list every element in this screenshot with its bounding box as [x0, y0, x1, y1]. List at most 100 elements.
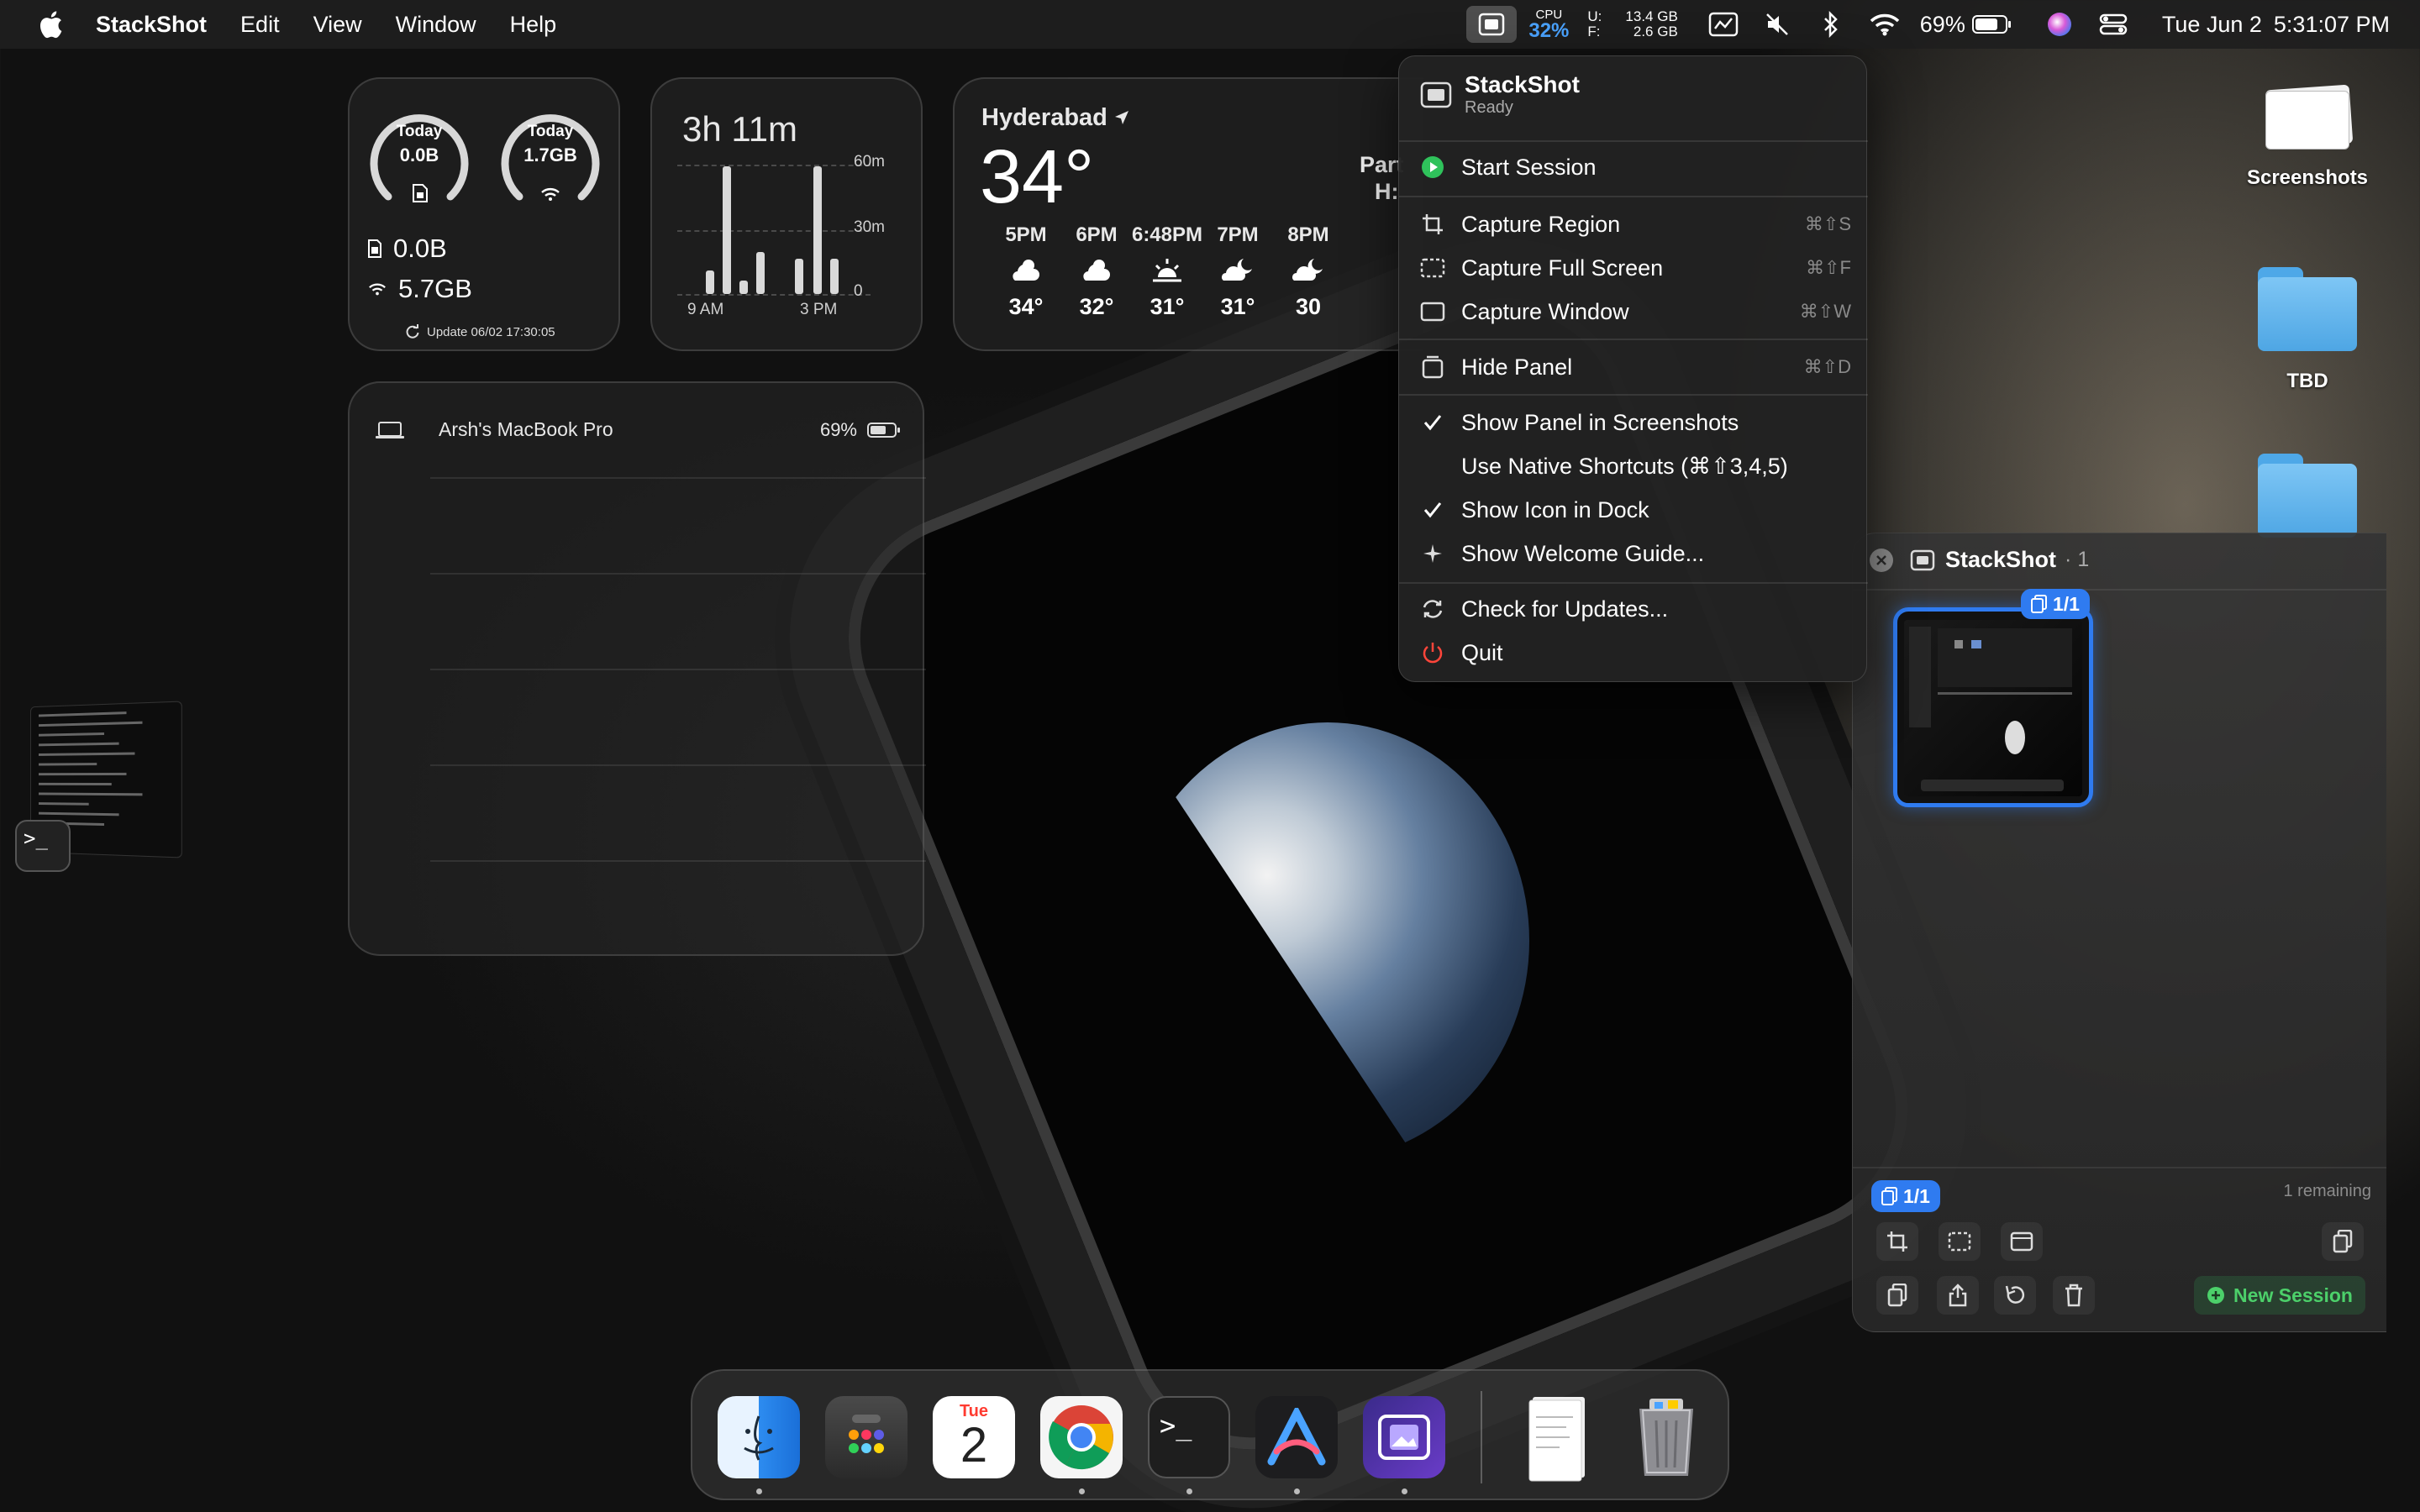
bluetooth-icon[interactable]: [1804, 0, 1858, 49]
trash-full-icon[interactable]: [1625, 1396, 1707, 1478]
menu-item-label: Start Session: [1461, 154, 1597, 180]
battery-device-percent: 69%: [819, 418, 857, 440]
capture-window-button[interactable]: [2001, 1222, 2043, 1261]
stackshot-menu[interactable]: StackShot Ready Start Session Capture Re…: [1398, 55, 1868, 682]
document-stack-icon[interactable]: [1518, 1396, 1600, 1482]
menu-show-welcome-guide[interactable]: Show Welcome Guide...: [1399, 533, 1868, 574]
weather-widget[interactable]: Hyderabad 34° Part H: 5PM 34° 6PM 32° 6:…: [953, 77, 1423, 351]
wifi-usage-row: 5.7GB: [368, 274, 472, 304]
capture-full-screen-button[interactable]: [1939, 1222, 1981, 1261]
terminal-app-icon[interactable]: >_: [15, 820, 71, 872]
forecast-time: 6:48PM: [1131, 223, 1203, 246]
launchpad-icon[interactable]: [825, 1396, 908, 1478]
menu-item-shortcut: ⌘⇧W: [1799, 301, 1851, 322]
menu-edit[interactable]: Edit: [240, 12, 280, 38]
cpu-value: 32%: [1528, 18, 1570, 42]
capture-region-button[interactable]: [1876, 1222, 1918, 1261]
stackshot-dock-icon[interactable]: [1363, 1396, 1445, 1478]
control-center-icon[interactable]: [2086, 0, 2140, 49]
wifi-ring-text: Today 1.7GB: [494, 104, 607, 166]
calendar-icon[interactable]: Tue 2: [933, 1396, 1015, 1478]
stackshot-menubar-icon[interactable]: [1466, 6, 1518, 43]
menu-item-label: Show Welcome Guide...: [1461, 540, 1705, 566]
close-icon[interactable]: [1870, 548, 1893, 572]
menu-help[interactable]: Help: [510, 12, 557, 38]
desktop-item-folder[interactable]: [2240, 454, 2375, 538]
terminal-dock-icon[interactable]: >_: [1148, 1396, 1230, 1478]
menu-hide-panel[interactable]: Hide Panel ⌘⇧D: [1399, 347, 1868, 387]
panel-divider: [1853, 1167, 2386, 1168]
stack-count-badge[interactable]: 1/1: [1871, 1180, 1940, 1212]
menu-use-native-shortcuts[interactable]: Use Native Shortcuts (⌘⇧3,4,5): [1399, 446, 1868, 486]
menu-view[interactable]: View: [313, 12, 362, 38]
menu-bar: StackShot Edit View Window Help CPU 32% …: [0, 0, 2420, 49]
wifi-icon[interactable]: [1858, 0, 1912, 49]
checkmark-icon: [1416, 501, 1449, 518]
menubar-clock[interactable]: 5:31:07 PM: [2274, 12, 2390, 38]
menu-capture-window[interactable]: Capture Window ⌘⇧W: [1399, 291, 1868, 332]
share-button[interactable]: [1937, 1276, 1979, 1315]
update-time-text: Update 06/02 17:30:05: [427, 324, 555, 339]
mem-used-label: U:: [1587, 8, 1602, 25]
menu-check-for-updates[interactable]: Check for Updates...: [1399, 589, 1868, 629]
calendar-date: 2: [960, 1417, 988, 1473]
menubar-date[interactable]: Tue Jun 2: [2162, 12, 2262, 38]
new-session-button[interactable]: New Session: [2194, 1276, 2365, 1315]
copy-all-button[interactable]: [2322, 1222, 2364, 1261]
forecast-hour: 8PM 30: [1264, 223, 1353, 320]
battery-percent[interactable]: 69%: [1920, 12, 1965, 38]
forecast-time: 5PM: [1005, 223, 1047, 246]
weather-condition: Part H:: [1360, 151, 1404, 206]
desktop-item-label: TBD: [2286, 370, 2328, 392]
weather-city: Hyderabad: [981, 104, 1129, 132]
cloud-moon-icon: [1218, 247, 1257, 294]
menu-item-label: Hide Panel: [1461, 354, 1573, 380]
menu-capture-full-screen[interactable]: Capture Full Screen ⌘⇧F: [1399, 248, 1868, 288]
screen-time-widget[interactable]: 3h 11m 60m 30m 0 9 AM 3 PM: [650, 77, 923, 351]
stack-icon: [1881, 1187, 1897, 1205]
trash-icon: [2065, 1284, 2082, 1307]
desktop-item-screenshots[interactable]: Screenshots: [2240, 81, 2375, 190]
laptop-icon: [376, 421, 404, 438]
arc-browser-icon[interactable]: [1255, 1396, 1338, 1478]
app-menu-stackshot[interactable]: StackShot: [96, 12, 207, 38]
stackshot-panel[interactable]: StackShot · 1 1/1 1/1 1 remaining New Se…: [1852, 533, 2386, 1332]
finder-icon[interactable]: [718, 1396, 800, 1478]
apple-menu-icon[interactable]: [32, 0, 69, 49]
usage-bar: [723, 166, 731, 294]
x-label-9am: 9 AM: [687, 301, 724, 318]
memory-monitor[interactable]: U: F: 13.4 GB 2.6 GB: [1587, 9, 1677, 39]
battery-widget[interactable]: Arsh's MacBook Pro 69%: [348, 381, 926, 956]
cellular-ring-value: 0.0B: [399, 144, 439, 165]
menu-window[interactable]: Window: [396, 12, 476, 38]
forecast-time: 8PM: [1287, 223, 1329, 246]
undo-button[interactable]: [1994, 1276, 2036, 1315]
sim-card-icon: [413, 184, 428, 202]
sparkle-icon: [1416, 543, 1449, 564]
y-label-30m: 30m: [854, 218, 885, 236]
menu-show-icon-in-dock[interactable]: Show Icon in Dock: [1399, 490, 1868, 530]
menu-header: StackShot Ready: [1419, 71, 1580, 118]
screen-mirror-icon[interactable]: [1697, 0, 1750, 49]
forecast-time: 7PM: [1217, 223, 1259, 246]
menu-show-panel-in-screenshots[interactable]: Show Panel in Screenshots: [1399, 402, 1868, 443]
siri-icon[interactable]: [2033, 0, 2086, 49]
menu-start-session[interactable]: Start Session: [1399, 147, 1868, 187]
cellular-usage-value: 0.0B: [393, 234, 447, 263]
screenshot-thumbnail[interactable]: [1893, 607, 2093, 807]
data-usage-widget[interactable]: Today 0.0B Today 1.7GB 0.0B 5.7GB Update…: [348, 77, 620, 351]
screenshots-folder-icon: [2260, 81, 2354, 151]
menu-quit[interactable]: Quit: [1399, 633, 1868, 673]
delete-button[interactable]: [2053, 1276, 2095, 1315]
battery-device-name: Arsh's MacBook Pro: [439, 418, 613, 440]
desktop-item-tbd[interactable]: TBD: [2240, 267, 2375, 393]
battery-icon[interactable]: [1971, 0, 2012, 49]
battery-widget-header: Arsh's MacBook Pro 69%: [375, 418, 901, 441]
cpu-monitor[interactable]: CPU 32%: [1528, 8, 1569, 41]
usage-bar: [706, 270, 714, 294]
chrome-icon[interactable]: [1040, 1396, 1123, 1478]
menu-capture-region[interactable]: Capture Region ⌘⇧S: [1399, 204, 1868, 244]
copy-button[interactable]: [1876, 1276, 1918, 1315]
panel-header: StackShot · 1: [1870, 547, 2089, 573]
mute-icon[interactable]: [1750, 0, 1804, 49]
